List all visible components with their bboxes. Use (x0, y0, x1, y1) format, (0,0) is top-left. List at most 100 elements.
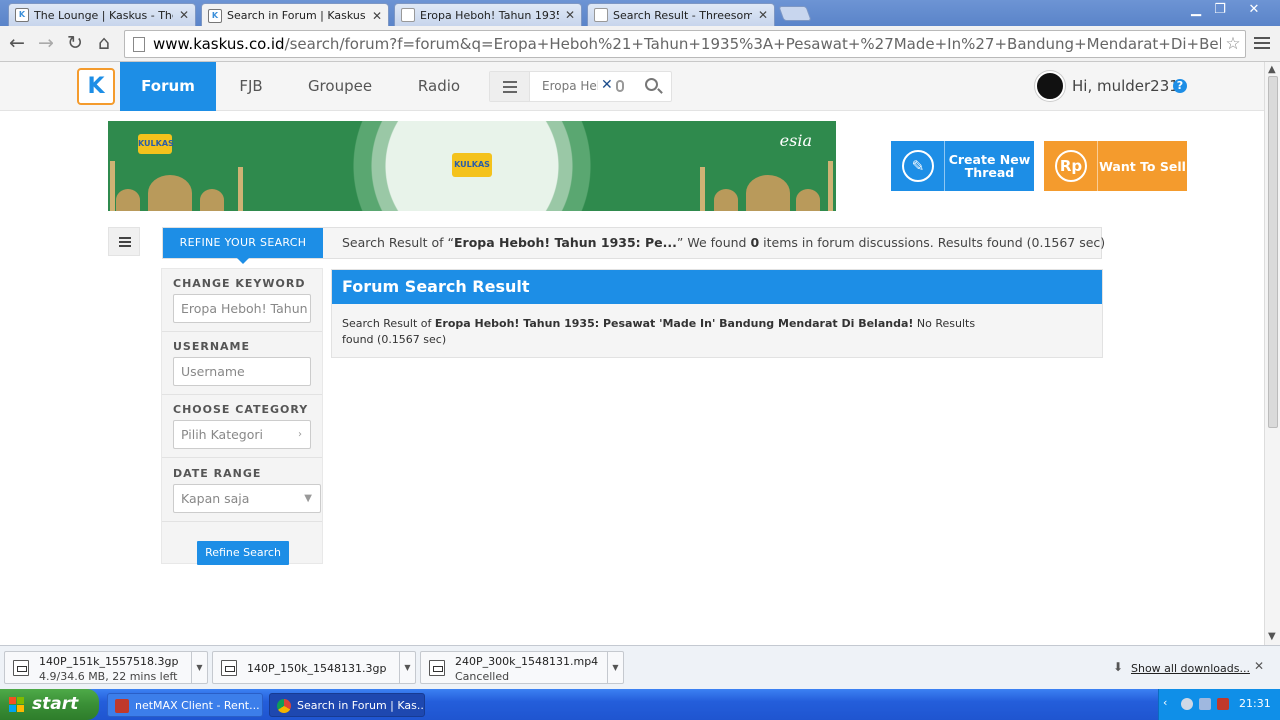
restore-icon[interactable]: ❐ (1208, 2, 1232, 17)
chevron-down-icon: ▼ (304, 493, 312, 504)
url-text[interactable]: www.kaskus.co.id/search/forum?f=forum&q=… (153, 35, 1221, 53)
page-icon (401, 8, 415, 22)
scroll-down-icon[interactable]: ▼ (1268, 631, 1276, 642)
user-greeting[interactable]: Hi, mulder231 (1072, 77, 1179, 95)
results-title: Forum Search Result (332, 270, 1102, 304)
category-select[interactable]: Pilih Kategori › (173, 420, 311, 449)
back-icon[interactable]: ← (4, 31, 30, 57)
window-close-icon[interactable]: ✕ (1242, 2, 1266, 17)
refine-search-button[interactable]: Refine Search (197, 541, 289, 565)
want-to-sell-button[interactable]: Rp Want To Sell (1044, 141, 1187, 191)
chrome-icon (277, 699, 291, 713)
download-item[interactable]: 140P_151k_1557518.3gp 4.9/34.6 MB, 22 mi… (4, 651, 208, 684)
create-new-thread-button[interactable]: ✎ Create New Thread (891, 141, 1034, 191)
bookmark-star-icon[interactable]: ☆ (1221, 34, 1245, 54)
app-tray-icon[interactable] (1217, 698, 1229, 710)
chevron-down-icon[interactable]: ▼ (607, 652, 623, 683)
minimize-icon[interactable]: ▁ (1184, 2, 1208, 17)
site-search-input[interactable]: Eropa Heboh! Tahun 1935 (542, 79, 598, 93)
close-icon[interactable]: ✕ (1254, 659, 1264, 673)
clock[interactable]: 21:31 (1239, 697, 1271, 710)
create-new-thread-label: Create New Thread (948, 152, 1031, 180)
show-all-downloads-link[interactable]: Show all downloads... (1131, 662, 1250, 675)
video-file-icon (221, 660, 237, 676)
chevron-down-icon[interactable]: ▼ (399, 652, 415, 683)
netmax-icon (115, 699, 129, 713)
search-summary: Search Result of “Eropa Heboh! Tahun 193… (342, 235, 1106, 250)
browser-tab[interactable]: Search Result - Threesome | ✕ (587, 3, 775, 26)
browser-tab[interactable]: K The Lounge | Kaskus - The L ✕ (8, 3, 196, 26)
kulkas-logo: KULKAS (138, 134, 174, 154)
monitor-icon[interactable] (1199, 698, 1211, 710)
search-icon[interactable] (645, 78, 658, 91)
download-filename: 140P_151k_1557518.3gp (39, 655, 179, 668)
browser-tab-active[interactable]: K Search in Forum | Kaskus - Th ✕ (201, 3, 389, 27)
nav-groupee[interactable]: Groupee (300, 62, 380, 111)
sidebar-toggle-icon[interactable] (108, 227, 140, 256)
taskbar-task-active[interactable]: Search in Forum | Kas... (269, 693, 425, 717)
browser-tab[interactable]: Eropa Heboh! Tahun 1935: P ✕ (394, 3, 582, 26)
close-icon[interactable]: ✕ (372, 9, 382, 23)
microphone-icon[interactable] (616, 80, 624, 92)
kaskus-favicon-icon: K (208, 8, 222, 23)
list-icon[interactable] (490, 72, 530, 101)
chevron-down-icon[interactable]: ▼ (191, 652, 207, 683)
download-item[interactable]: 240P_300k_1548131.mp4 Cancelled ▼ (420, 651, 624, 684)
download-arrow-icon: ⬇ (1113, 660, 1124, 674)
site-search: Eropa Heboh! Tahun 1935 ✕ (489, 71, 672, 102)
home-icon[interactable]: ⌂ (91, 31, 117, 57)
esia-logo: esia (779, 131, 812, 150)
forum-search-result: Forum Search Result Search Result of Ero… (331, 269, 1103, 358)
kaskus-favicon-icon: K (15, 8, 29, 22)
start-button[interactable]: start (0, 689, 99, 720)
close-icon[interactable]: ✕ (758, 8, 768, 22)
start-label: start (32, 694, 79, 714)
keyword-section: CHANGE KEYWORD Eropa Heboh! Tahun 1935 (162, 269, 322, 332)
page-icon (133, 36, 145, 52)
video-file-icon (429, 660, 445, 676)
browser-menu-icon[interactable] (1252, 34, 1272, 54)
new-tab-button[interactable] (778, 6, 812, 21)
address-bar[interactable]: www.kaskus.co.id/search/forum?f=forum&q=… (124, 30, 1246, 58)
scroll-up-icon[interactable]: ▲ (1268, 64, 1276, 75)
download-shelf: 140P_151k_1557518.3gp 4.9/34.6 MB, 22 mi… (0, 645, 1280, 689)
close-icon[interactable]: ✕ (565, 8, 575, 22)
page-viewport: K Forum FJB Groupee Radio Eropa Heboh! T… (0, 62, 1264, 645)
nav-fjb[interactable]: FJB (226, 62, 276, 111)
browser-toolbar: ← → ↻ ⌂ www.kaskus.co.id/search/forum?f=… (0, 26, 1280, 62)
forward-icon[interactable]: → (33, 31, 59, 57)
download-item[interactable]: 140P_150k_1548131.3gp ▼ (212, 651, 416, 684)
nav-forum[interactable]: Forum (120, 62, 216, 111)
refine-your-search-tab[interactable]: REFINE YOUR SEARCH (163, 228, 323, 264)
system-tray: ‹ 21:31 (1158, 689, 1280, 720)
avatar[interactable] (1035, 71, 1065, 101)
keyword-label: CHANGE KEYWORD (173, 277, 306, 290)
tab-label: The Lounge | Kaskus - The L (34, 8, 173, 22)
taskbar-task[interactable]: netMAX Client - Rent... (107, 693, 263, 717)
daterange-select[interactable]: Kapan saja ▼ (173, 484, 321, 513)
download-filename: 240P_300k_1548131.mp4 (455, 655, 599, 668)
reload-icon[interactable]: ↻ (62, 31, 88, 57)
daterange-label: DATE RANGE (173, 467, 262, 480)
network-icon[interactable] (1181, 698, 1193, 710)
search-summary-bar: REFINE YOUR SEARCH Search Result of “Ero… (162, 227, 1106, 264)
windows-taskbar: start netMAX Client - Rent... Search in … (0, 689, 1280, 720)
url-path: /search/forum?f=forum&q=Eropa+Heboh%21+T… (284, 35, 1221, 53)
kaskus-logo[interactable]: K (77, 68, 115, 105)
close-icon[interactable]: ✕ (179, 8, 189, 22)
keyword-input[interactable]: Eropa Heboh! Tahun 1935 (173, 294, 311, 323)
help-icon[interactable]: ? (1173, 79, 1187, 93)
scrollbar-thumb[interactable] (1268, 76, 1278, 428)
tab-label: Search Result - Threesome | (613, 8, 752, 22)
download-status: 4.9/34.6 MB, 22 mins left (39, 670, 178, 683)
nav-radio[interactable]: Radio (408, 62, 470, 111)
browser-tabstrip: K The Lounge | Kaskus - The L ✕ K Search… (0, 0, 1280, 27)
username-input[interactable]: Username (173, 357, 311, 386)
chevron-right-icon: › (298, 429, 302, 440)
category-label: CHOOSE CATEGORY (173, 403, 309, 416)
tray-expand-icon[interactable]: ‹ (1163, 696, 1175, 709)
ad-banner[interactable]: KULKAS KULKAS esia (108, 121, 836, 211)
vertical-scrollbar[interactable]: ▲ ▼ (1264, 62, 1280, 645)
rupiah-icon: Rp (1044, 141, 1098, 191)
clear-icon[interactable]: ✕ (601, 77, 613, 93)
